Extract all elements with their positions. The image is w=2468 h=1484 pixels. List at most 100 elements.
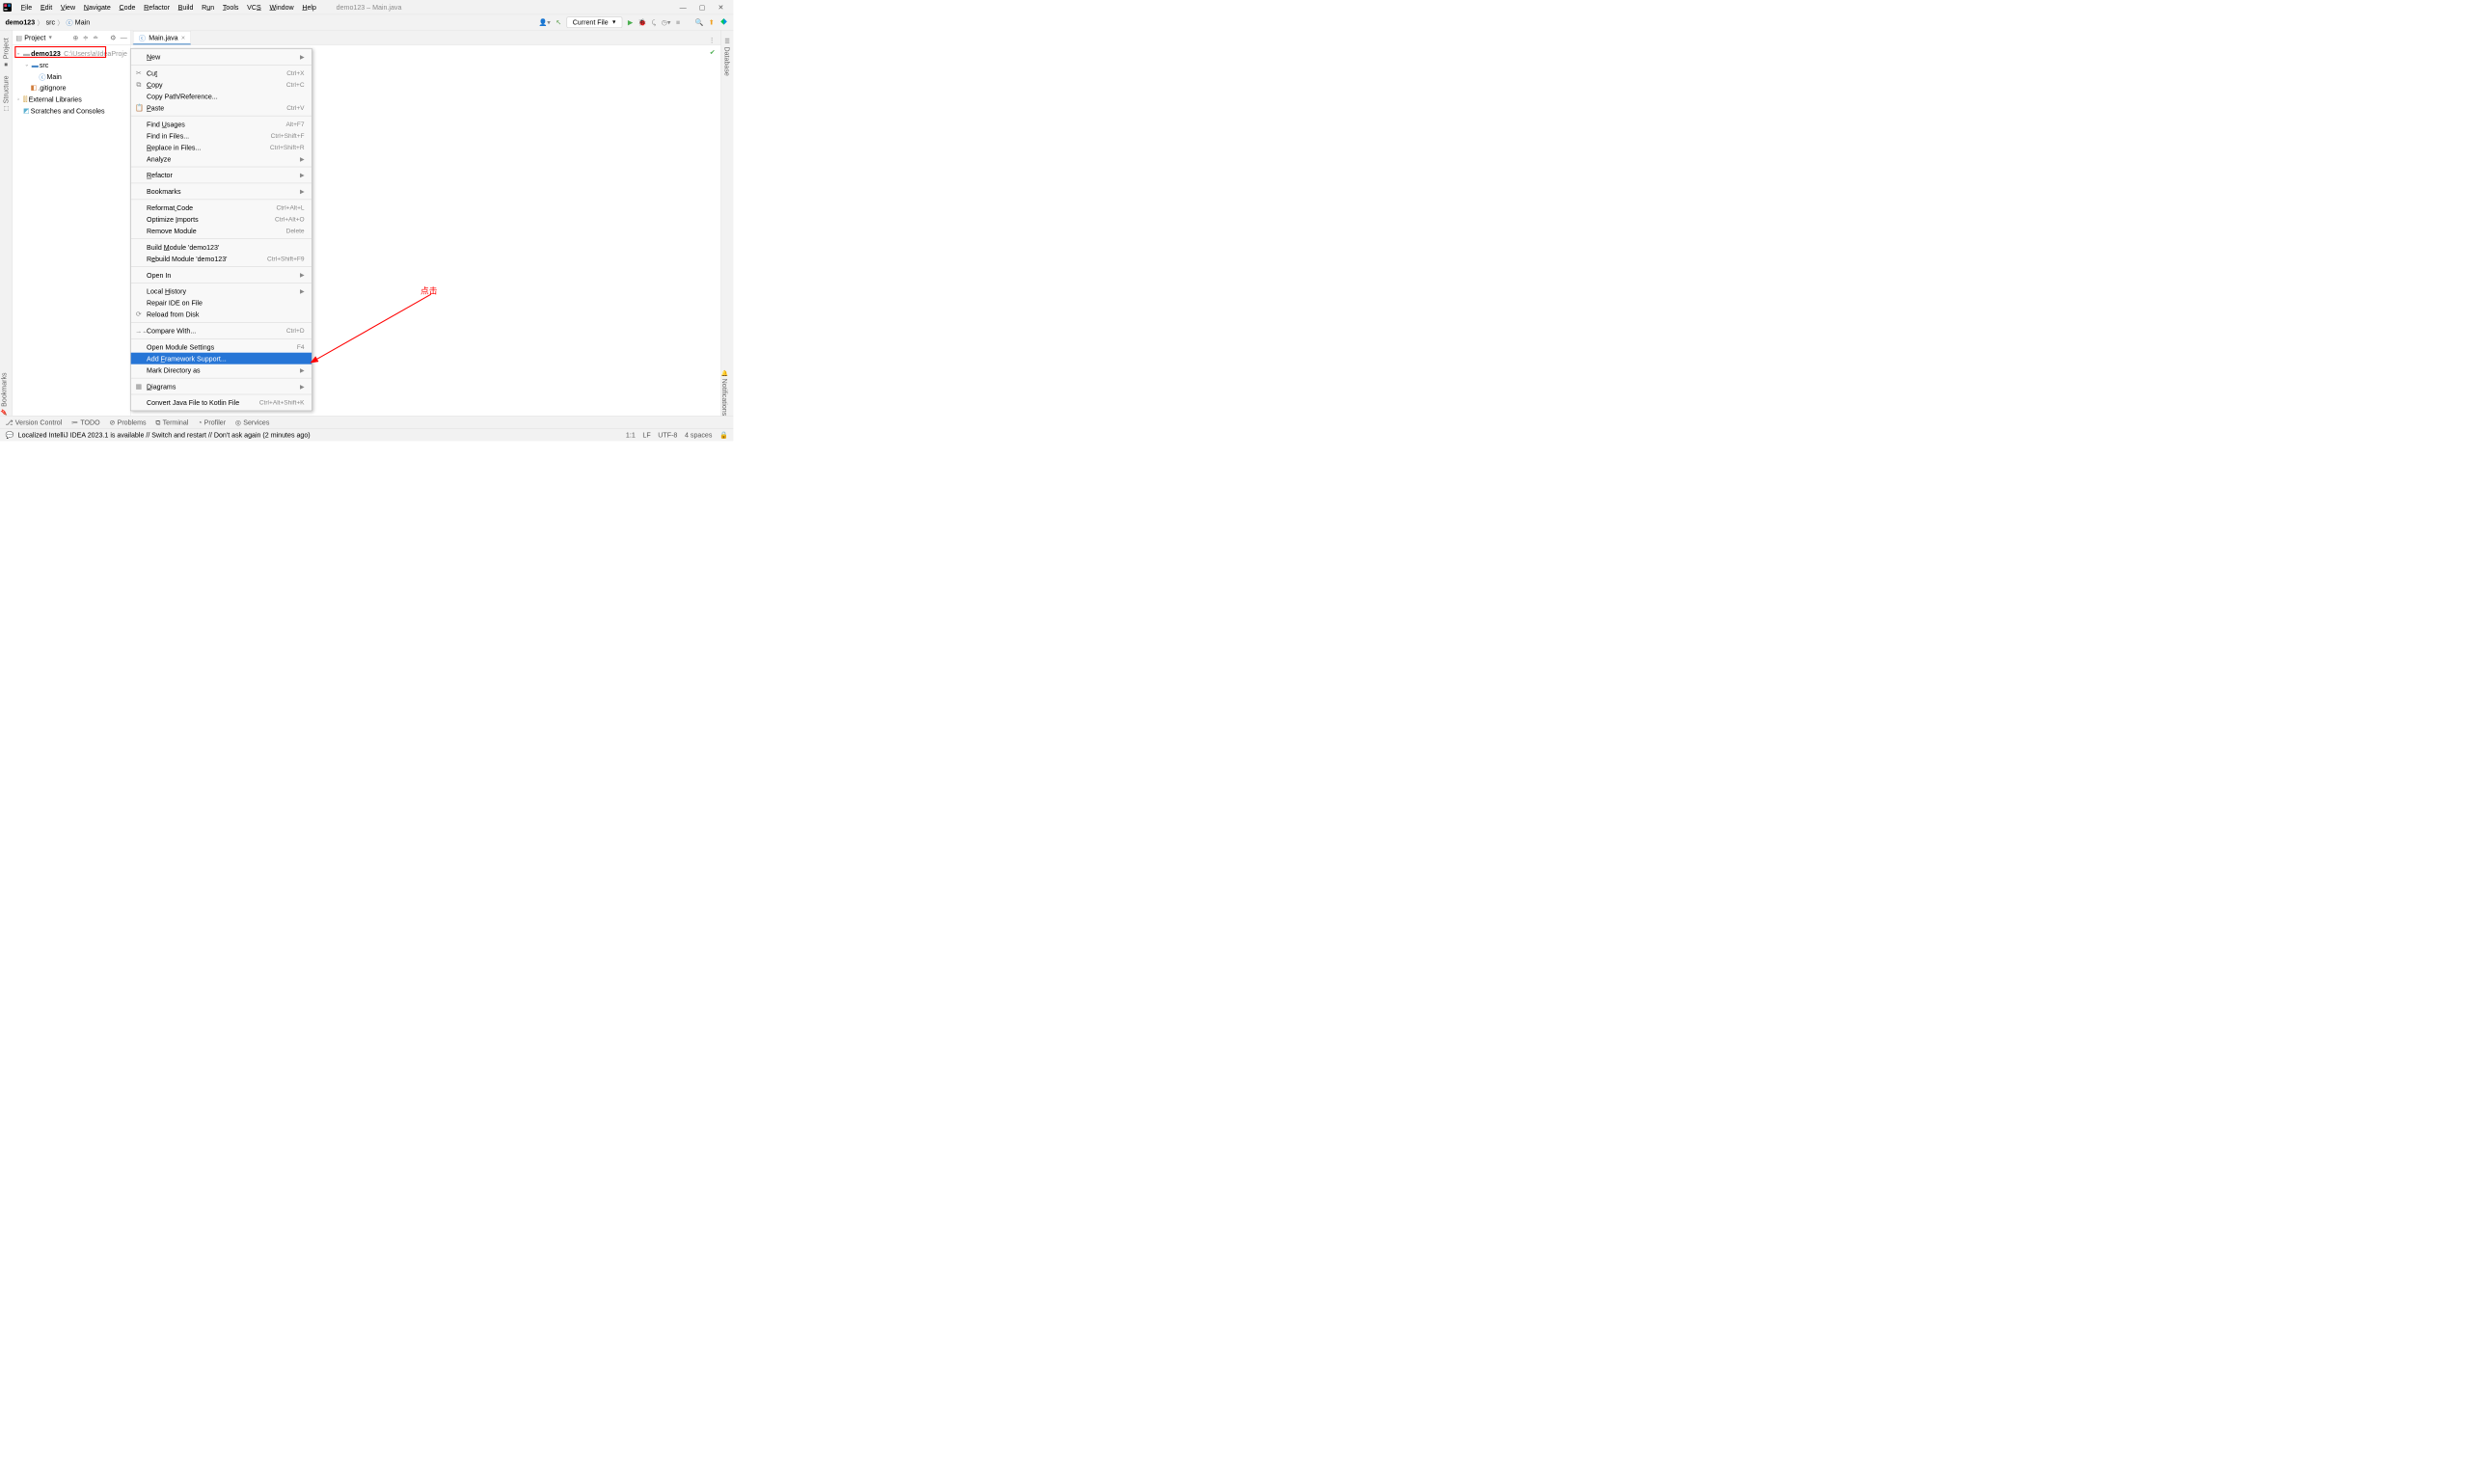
tree-gitignore[interactable]: ◧ .gitignore [13, 82, 130, 94]
tab-close-icon[interactable]: × [181, 34, 185, 41]
structure-tool-button[interactable]: ⬚ Structure [2, 76, 10, 113]
context-menu-item[interactable]: New▶ [131, 51, 312, 63]
context-menu-item[interactable]: Convert Java File to Kotlin FileCtrl+Alt… [131, 396, 312, 408]
context-menu-item[interactable]: ⧉CopyCtrl+C [131, 79, 312, 91]
build-hammer-icon[interactable]: ↖ [556, 18, 561, 27]
context-menu-item[interactable]: Bookmarks▶ [131, 185, 312, 197]
submenu-arrow-icon: ▶ [300, 155, 305, 162]
breadcrumb[interactable]: demo123 〉 src 〉 ⓒ Main [5, 17, 90, 27]
context-menu-item[interactable]: Find UsagesAlt+F7 [131, 119, 312, 130]
problems-button[interactable]: ⊘Problems [109, 418, 146, 427]
terminal-button[interactable]: ⧉Terminal [155, 418, 188, 427]
breadcrumb-folder[interactable]: src [46, 18, 55, 26]
menu-help[interactable]: Help [298, 1, 320, 13]
close-icon[interactable]: ✕ [719, 3, 724, 12]
breadcrumb-project[interactable]: demo123 [5, 18, 35, 26]
context-menu-item[interactable]: Build Module 'demo123' [131, 241, 312, 253]
tab-options-icon[interactable]: ⋮ [703, 37, 720, 45]
run-icon[interactable]: ▶ [628, 18, 633, 27]
menu-edit[interactable]: Edit [37, 1, 57, 13]
context-menu-item[interactable]: ▦Diagrams▶ [131, 381, 312, 392]
project-tool-button[interactable]: ■ Project [2, 38, 10, 67]
context-menu-item[interactable]: Open Module SettingsF4 [131, 341, 312, 353]
context-menu-item[interactable]: Open In▶ [131, 269, 312, 281]
user-icon[interactable]: 👤▾ [538, 18, 550, 27]
tree-main-class[interactable]: ⓒ Main [13, 70, 130, 82]
menu-item-shortcut: Alt+F7 [285, 121, 304, 128]
tree-scratches[interactable]: ◩ Scratches and Consoles [13, 105, 130, 117]
cursor-position[interactable]: 1:1 [626, 431, 636, 440]
select-opened-icon[interactable]: ⊕ [73, 34, 79, 42]
context-menu-item[interactable]: Rebuild Module 'demo123'Ctrl+Shift+F9 [131, 253, 312, 264]
settings-icon[interactable]: ⚙ [110, 34, 116, 42]
menu-view[interactable]: View [57, 1, 80, 13]
menu-window[interactable]: Window [265, 1, 298, 13]
collapse-arrow-icon[interactable]: › [14, 96, 22, 102]
submenu-arrow-icon: ▶ [300, 53, 305, 60]
bookmarks-tool-button[interactable]: 🔖 Bookmarks [0, 373, 8, 416]
stop-icon[interactable]: ■ [676, 18, 680, 26]
project-panel-title[interactable]: Project [24, 34, 45, 41]
update-icon[interactable]: ⬆ [709, 18, 715, 27]
tree-project-root[interactable]: ⌄ ▬ demo123 C:\Users\a\IdeaProje [13, 47, 130, 59]
context-menu-item[interactable]: Repair IDE on File [131, 297, 312, 309]
breadcrumb-file[interactable]: Main [75, 18, 90, 26]
context-menu-item[interactable]: Local History▶ [131, 285, 312, 297]
file-encoding[interactable]: UTF-8 [658, 431, 677, 440]
context-menu-item[interactable]: ✂CutCtrl+X [131, 67, 312, 79]
minimize-icon[interactable]: — [680, 3, 687, 12]
coverage-icon[interactable]: ⤹ [652, 18, 656, 27]
context-menu-item[interactable]: 📋PasteCtrl+V [131, 102, 312, 114]
context-menu-item[interactable]: Optimize ImportsCtrl+Alt+O [131, 213, 312, 225]
chevron-down-icon[interactable]: ▼ [47, 35, 52, 40]
profiler-button[interactable]: ◔Profiler [198, 418, 226, 426]
menu-item-label: Diagrams [147, 382, 176, 390]
expand-all-icon[interactable]: ≑ [83, 34, 89, 42]
menu-build[interactable]: Build [174, 1, 197, 13]
collapse-all-icon[interactable]: ≐ [93, 34, 98, 42]
context-menu-item[interactable]: Find in Files...Ctrl+Shift+F [131, 130, 312, 142]
gitignore-label: .gitignore [38, 84, 66, 92]
context-menu-item[interactable]: Replace in Files...Ctrl+Shift+R [131, 142, 312, 153]
context-menu-item[interactable]: Copy Path/Reference... [131, 91, 312, 102]
hide-icon[interactable]: — [121, 34, 127, 42]
search-icon[interactable]: 🔍 [694, 18, 703, 27]
inspection-ok-icon[interactable]: ✔ [710, 48, 716, 57]
menu-refactor[interactable]: Refactor [140, 1, 175, 13]
version-control-button[interactable]: ⎇Version Control [5, 418, 62, 427]
profiler-icon[interactable]: ◷▾ [662, 18, 671, 27]
menu-item-label: Add Framework Support... [147, 355, 227, 363]
status-message[interactable]: Localized IntelliJ IDEA 2023.1 is availa… [18, 431, 311, 439]
line-separator[interactable]: LF [642, 431, 650, 440]
menu-tools[interactable]: Tools [219, 1, 243, 13]
todo-button[interactable]: ≔TODO [71, 418, 100, 427]
debug-icon[interactable]: 🐞 [638, 18, 647, 27]
services-button[interactable]: ◎Services [235, 418, 270, 427]
database-tool-button[interactable]: ☰ Database [723, 38, 731, 76]
context-menu-item[interactable]: Mark Directory as▶ [131, 364, 312, 376]
context-menu-item[interactable]: ⟳Reload from Disk [131, 309, 312, 320]
notifications-tool-button[interactable]: 🔔 Notifications [720, 370, 728, 417]
readonly-lock-icon[interactable]: 🔒 [719, 431, 728, 440]
run-config-selector[interactable]: Current File ▼ [567, 16, 623, 27]
menu-file[interactable]: File [16, 1, 36, 13]
menu-run[interactable]: Run [198, 1, 219, 13]
context-menu-item[interactable]: Refactor▶ [131, 169, 312, 180]
expand-arrow-icon[interactable]: ⌄ [14, 50, 22, 56]
context-menu-item[interactable]: Add Framework Support... [131, 353, 312, 364]
menu-vcs[interactable]: VCS [243, 1, 265, 13]
menu-navigate[interactable]: Navigate [79, 1, 115, 13]
maximize-icon[interactable]: ▢ [699, 3, 706, 12]
context-menu-item[interactable]: Analyze▶ [131, 153, 312, 165]
context-menu-item[interactable]: Remove ModuleDelete [131, 225, 312, 236]
context-menu-item[interactable]: Reformat CodeCtrl+Alt+L [131, 202, 312, 213]
tree-external-libraries[interactable]: › ⫿⫿ External Libraries [13, 94, 130, 105]
menu-item-label: Cut [147, 69, 157, 77]
indent-setting[interactable]: 4 spaces [685, 431, 712, 440]
ide-services-icon[interactable] [719, 17, 728, 27]
expand-arrow-icon[interactable]: ⌄ [23, 62, 31, 67]
menu-code[interactable]: Code [115, 1, 140, 13]
tree-src-folder[interactable]: ⌄ ▬ src [13, 59, 130, 70]
context-menu-item[interactable]: →←Compare With...Ctrl+D [131, 325, 312, 337]
editor-tab[interactable]: ⓒ Main.java × [133, 31, 191, 44]
